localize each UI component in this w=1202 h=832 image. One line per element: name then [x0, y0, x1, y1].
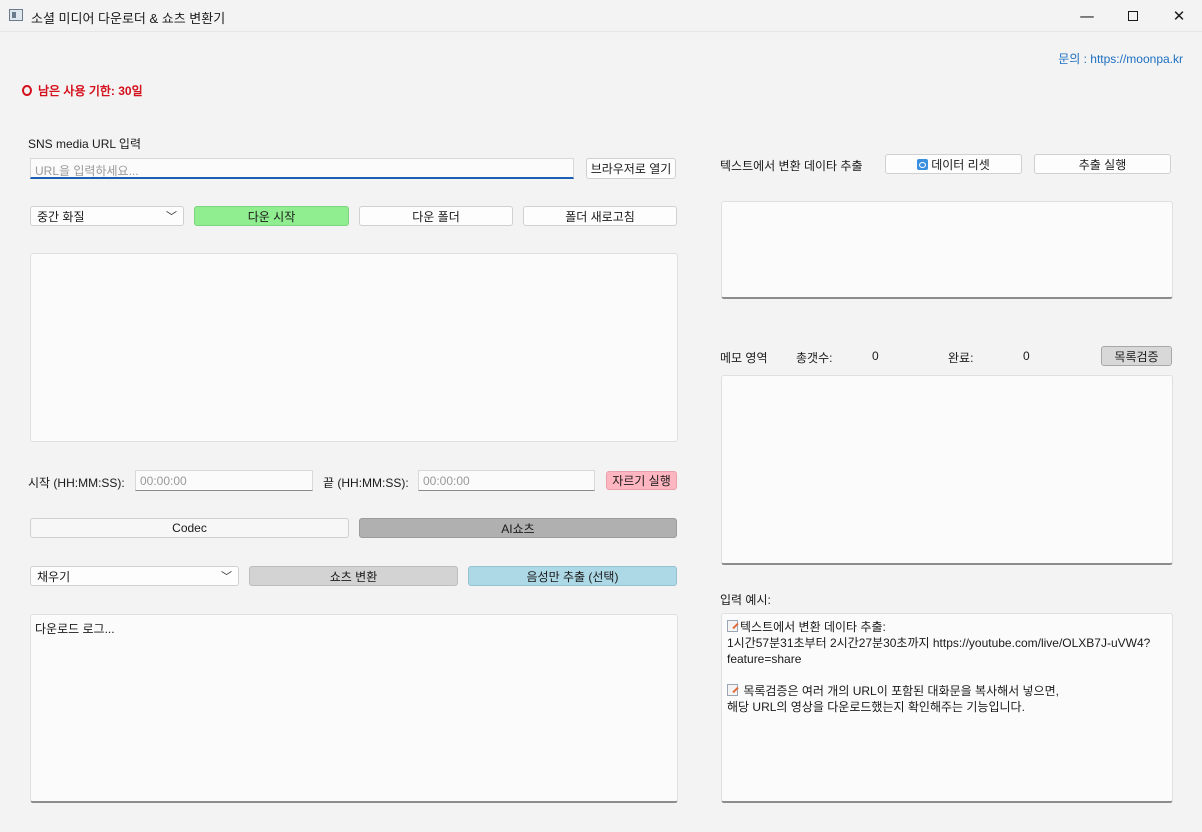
app-icon [9, 9, 23, 21]
memo-icon [727, 684, 738, 696]
example-line-4: 해당 URL의 영상을 다운로드했는지 확인해주는 기능입니다. [727, 700, 1025, 714]
total-count-value: 0 [872, 349, 879, 363]
remaining-days-text: 남은 사용 기한: 30일 [38, 84, 143, 98]
memo-label: 메모 영역 [720, 351, 768, 365]
download-log-text: 다운로드 로그... [35, 622, 115, 636]
total-count-label: 총갯수: [796, 351, 833, 365]
start-time-label: 시작 (HH:MM:SS): [28, 476, 125, 490]
fill-mode-select[interactable]: 채우기 ﹀ [30, 566, 239, 586]
chevron-down-icon: ﹀ [166, 210, 177, 223]
reset-icon [917, 158, 929, 170]
extract-audio-button[interactable]: 음성만 추출 (선택) [468, 566, 677, 586]
data-reset-label: 데이터 리셋 [931, 157, 990, 172]
convert-shorts-button[interactable]: 쇼츠 변환 [249, 566, 458, 586]
open-browser-button[interactable]: 브라우저로 열기 [586, 158, 676, 179]
maximize-button[interactable] [1110, 0, 1156, 32]
example-line-3: 목록검증은 여러 개의 URL이 포함된 대화문을 복사해서 넣으면, [740, 684, 1059, 698]
done-count-label: 완료: [948, 351, 974, 365]
tab-ai-shorts[interactable]: AI쇼츠 [359, 518, 677, 538]
quality-selected-value: 중간 화질 [37, 209, 85, 224]
memo-area[interactable] [721, 375, 1173, 565]
end-time-label: 끝 (HH:MM:SS): [323, 476, 409, 490]
example-line-3-wrap: 목록검증은 여러 개의 URL이 포함된 대화문을 복사해서 넣으면, [727, 683, 1167, 699]
example-line-2: 1시간57분31초부터 2시간27분30초까지 https://youtube.… [727, 636, 1151, 666]
done-count-value: 0 [1023, 349, 1030, 363]
example-line-1: 텍스트에서 변환 데이타 추출: [740, 620, 886, 634]
start-time-input[interactable]: 00:00:00 [135, 470, 313, 491]
fill-mode-selected-value: 채우기 [37, 569, 71, 584]
verify-list-button[interactable]: 목록검증 [1101, 346, 1172, 366]
data-reset-button[interactable]: 데이터 리셋 [885, 154, 1022, 174]
title-bar: 소셜 미디어 다운로더 & 쇼츠 변환기 — ✕ [0, 0, 1202, 32]
start-download-button[interactable]: 다운 시작 [194, 206, 349, 226]
minimize-button[interactable]: — [1064, 0, 1110, 32]
file-list-area[interactable] [30, 253, 678, 442]
contact-link[interactable]: 문의 : https://moonpa.kr [1058, 50, 1183, 67]
minimize-icon: — [1079, 7, 1095, 25]
tab-codec[interactable]: Codec [30, 518, 349, 538]
example-heading: 텍스트에서 변환 데이타 추출: [727, 619, 1167, 635]
download-folder-button[interactable]: 다운 폴더 [359, 206, 513, 226]
chevron-down-icon: ﹀ [221, 570, 232, 583]
example-label: 입력 예시: [720, 593, 771, 607]
maximize-icon [1128, 11, 1138, 21]
close-button[interactable]: ✕ [1156, 0, 1202, 32]
quality-select[interactable]: 중간 화질 ﹀ [30, 206, 184, 226]
close-icon: ✕ [1172, 7, 1186, 25]
remaining-usage: 남은 사용 기한: 30일 [22, 82, 143, 99]
url-input[interactable]: URL을 입력하세요... [30, 158, 574, 179]
example-area[interactable]: 텍스트에서 변환 데이타 추출: 1시간57분31초부터 2시간27분30초까지… [721, 613, 1173, 803]
memo-icon [727, 620, 738, 632]
url-label: SNS media URL 입력 [28, 137, 142, 151]
run-extract-button[interactable]: 추출 실행 [1034, 154, 1171, 174]
extract-text-area[interactable] [721, 201, 1173, 299]
download-log-area[interactable]: 다운로드 로그... [30, 614, 678, 803]
window-title: 소셜 미디어 다운로더 & 쇼츠 변환기 [31, 11, 226, 26]
refresh-folder-button[interactable]: 폴더 새로고침 [523, 206, 677, 226]
cut-button[interactable]: 자르기 실행 [606, 471, 677, 490]
example-spacer [727, 667, 1167, 683]
end-time-input[interactable]: 00:00:00 [418, 470, 595, 491]
extract-label: 텍스트에서 변환 데이타 추출 [720, 159, 863, 173]
alarm-clock-icon [22, 85, 32, 96]
